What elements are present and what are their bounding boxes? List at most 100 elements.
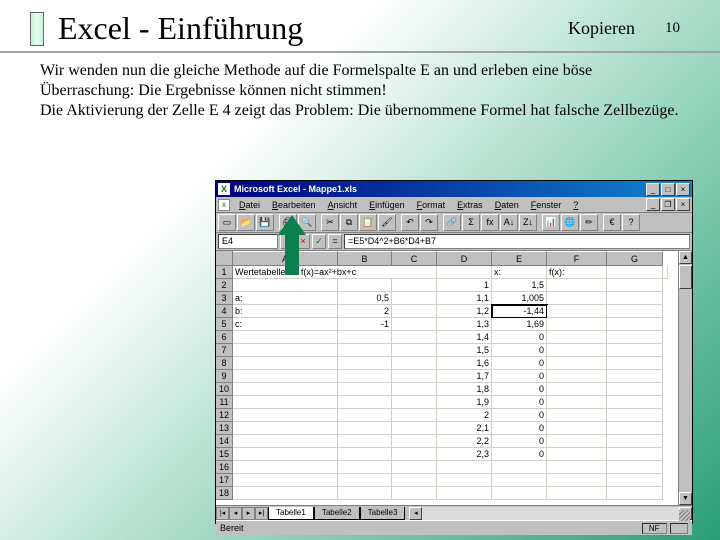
cell[interactable]: 0,5: [338, 292, 392, 305]
cell[interactable]: [392, 318, 437, 331]
cell[interactable]: [392, 344, 437, 357]
cell[interactable]: [547, 383, 607, 396]
formula-input[interactable]: =E5*D4^2+B6*D4+B7: [344, 234, 690, 249]
cell[interactable]: [437, 266, 492, 279]
sheet-tab-tabelle3[interactable]: Tabelle3: [360, 507, 406, 520]
sort-desc-icon[interactable]: Z↓: [519, 214, 537, 231]
menu-ansicht[interactable]: Ansicht: [322, 200, 364, 210]
currency-icon[interactable]: €: [603, 214, 621, 231]
tab-first-icon[interactable]: |◂: [216, 507, 229, 520]
cell[interactable]: [437, 474, 492, 487]
cell[interactable]: [392, 396, 437, 409]
maximize-button[interactable]: □: [661, 183, 675, 196]
cell[interactable]: [233, 474, 338, 487]
cell[interactable]: 0: [492, 396, 547, 409]
cell[interactable]: [547, 461, 607, 474]
close-button[interactable]: ×: [676, 183, 690, 196]
cell[interactable]: [607, 292, 663, 305]
cell[interactable]: 1,5: [492, 279, 547, 292]
horizontal-scrollbar[interactable]: ◂ ▸: [409, 507, 692, 520]
cell[interactable]: 1,5: [437, 344, 492, 357]
row-header-18[interactable]: 18: [216, 487, 233, 500]
cell[interactable]: [392, 474, 437, 487]
cell[interactable]: [392, 292, 437, 305]
row-header-1[interactable]: 1: [216, 266, 233, 279]
cell[interactable]: [338, 474, 392, 487]
cell[interactable]: 1,8: [437, 383, 492, 396]
row-header-13[interactable]: 13: [216, 422, 233, 435]
cell[interactable]: x:: [492, 266, 547, 279]
cell[interactable]: [437, 461, 492, 474]
row-header-12[interactable]: 12: [216, 409, 233, 422]
cell[interactable]: [547, 396, 607, 409]
menu-fenster[interactable]: Fenster: [525, 200, 568, 210]
name-box[interactable]: E4: [218, 234, 278, 249]
cell[interactable]: Wertetabelle für f(x)=ax²+bx+c: [233, 266, 437, 279]
row-header-11[interactable]: 11: [216, 396, 233, 409]
open-file-icon[interactable]: 📂: [237, 214, 255, 231]
cell[interactable]: 1,005: [492, 292, 547, 305]
cell[interactable]: [392, 461, 437, 474]
cell[interactable]: 1,6: [437, 357, 492, 370]
cell[interactable]: [607, 487, 663, 500]
cell[interactable]: [392, 305, 437, 318]
menu-daten[interactable]: Daten: [489, 200, 525, 210]
cell[interactable]: [338, 487, 392, 500]
row-header-5[interactable]: 5: [216, 318, 233, 331]
cell[interactable]: [607, 318, 663, 331]
scroll-thumb[interactable]: [679, 265, 692, 289]
cell[interactable]: 1,1: [437, 292, 492, 305]
menu-extras[interactable]: Extras: [451, 200, 489, 210]
cell[interactable]: [392, 279, 437, 292]
cell[interactable]: [607, 409, 663, 422]
chart-wizard-icon[interactable]: 📊: [542, 214, 560, 231]
cell[interactable]: 1,7: [437, 370, 492, 383]
col-header-C[interactable]: C: [392, 251, 437, 266]
tab-prev-icon[interactable]: ◂: [229, 507, 242, 520]
paste-icon[interactable]: 📋: [359, 214, 377, 231]
cell[interactable]: [547, 409, 607, 422]
minimize-button[interactable]: _: [646, 183, 660, 196]
row-header-2[interactable]: 2: [216, 279, 233, 292]
cell[interactable]: [392, 409, 437, 422]
cell[interactable]: [547, 370, 607, 383]
cell[interactable]: [233, 422, 338, 435]
cell[interactable]: 2: [437, 409, 492, 422]
cell[interactable]: 0: [492, 409, 547, 422]
redo-icon[interactable]: ↷: [420, 214, 438, 231]
cell[interactable]: [338, 461, 392, 474]
cell[interactable]: [547, 279, 607, 292]
cell[interactable]: 1,3: [437, 318, 492, 331]
sheet-tab-tabelle1[interactable]: Tabelle1: [268, 507, 314, 520]
col-header-E[interactable]: E: [492, 251, 547, 266]
doc-minimize-button[interactable]: _: [646, 198, 660, 211]
copy-icon[interactable]: ⧉: [340, 214, 358, 231]
cell[interactable]: [607, 396, 663, 409]
row-header-9[interactable]: 9: [216, 370, 233, 383]
row-header-15[interactable]: 15: [216, 448, 233, 461]
cell[interactable]: 2,1: [437, 422, 492, 435]
col-header-B[interactable]: B: [338, 251, 392, 266]
cell[interactable]: [547, 422, 607, 435]
autosum-icon[interactable]: Σ: [462, 214, 480, 231]
cell[interactable]: [233, 396, 338, 409]
cell[interactable]: 0: [492, 370, 547, 383]
cell[interactable]: 1,4: [437, 331, 492, 344]
cell[interactable]: [492, 461, 547, 474]
cell[interactable]: [607, 474, 663, 487]
cell[interactable]: [338, 383, 392, 396]
cell[interactable]: [233, 279, 338, 292]
cell[interactable]: [547, 305, 607, 318]
cell[interactable]: [547, 344, 607, 357]
cell[interactable]: [392, 435, 437, 448]
cell[interactable]: [392, 448, 437, 461]
scroll-down-icon[interactable]: ▼: [679, 492, 692, 505]
titlebar[interactable]: X Microsoft Excel - Mappe1.xls _ □ ×: [216, 181, 692, 197]
cell[interactable]: [338, 279, 392, 292]
cell[interactable]: [607, 344, 663, 357]
cell[interactable]: [233, 487, 338, 500]
cell[interactable]: [607, 331, 663, 344]
cell[interactable]: [392, 357, 437, 370]
cell[interactable]: 0: [492, 422, 547, 435]
cell[interactable]: [492, 474, 547, 487]
